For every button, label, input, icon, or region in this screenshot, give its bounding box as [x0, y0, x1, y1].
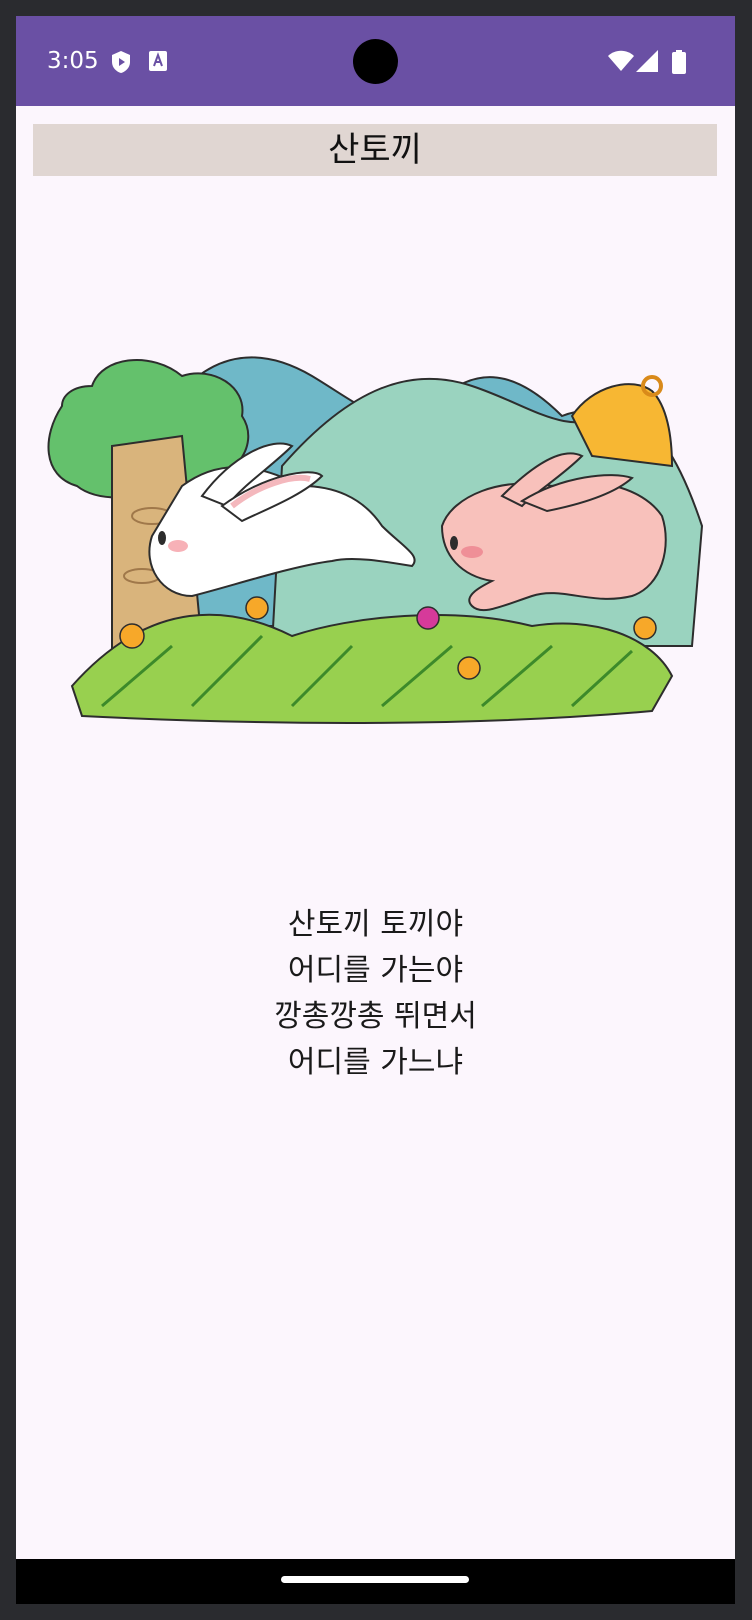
page-title: 산토끼 — [33, 124, 717, 176]
screen: 3:05 산토끼 산토끼 토끼야 어디를 가는야 깡총깡총 뛰면서 어디를 가느… — [16, 16, 735, 1604]
home-gesture-handle[interactable] — [281, 1576, 469, 1583]
camera-cutout — [353, 39, 398, 84]
lyrics-block: 산토끼 토끼야 어디를 가는야 깡총깡총 뛰면서 어디를 가느냐 — [16, 902, 735, 1086]
status-bar: 3:05 — [16, 16, 735, 106]
status-time: 3:05 — [47, 48, 99, 74]
shield-play-icon — [112, 51, 130, 73]
navigation-bar — [16, 1559, 735, 1604]
battery-icon — [672, 50, 686, 74]
lyric-line: 산토끼 토끼야 — [287, 907, 464, 942]
lyric-line: 깡총깡총 뛰면서 — [274, 999, 477, 1034]
wifi-icon — [608, 50, 634, 71]
lyric-line: 어디를 가는야 — [287, 953, 464, 988]
signal-icon — [636, 50, 658, 72]
rabbit-illustration — [47, 356, 704, 724]
text-a-icon — [149, 51, 167, 71]
lyric-line: 어디를 가느냐 — [287, 1045, 464, 1080]
grass-icon — [70, 613, 674, 724]
